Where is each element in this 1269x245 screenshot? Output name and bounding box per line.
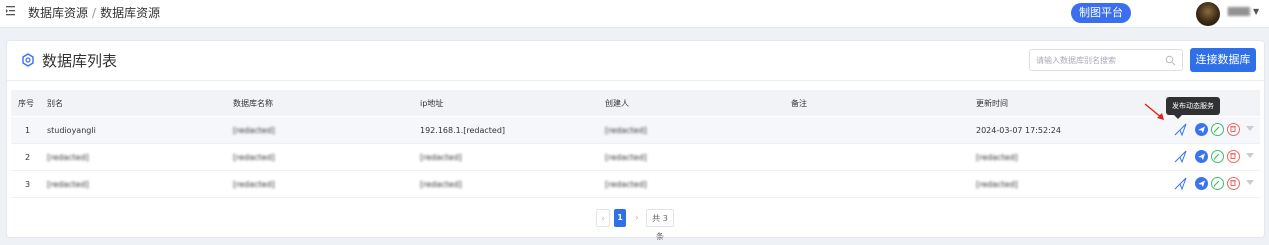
row-actions — [1174, 123, 1254, 137]
column-header-ip: ip地址 — [420, 99, 444, 108]
row-db-name: [redacted] — [233, 180, 275, 189]
row-actions — [1174, 150, 1254, 164]
menu-icon[interactable] — [6, 5, 16, 17]
user-name[interactable] — [1228, 7, 1250, 16]
breadcrumb-current: 数据库资源 — [100, 6, 161, 20]
breadcrumb-separator: / — [92, 6, 97, 20]
row-creator: [redacted] — [605, 126, 647, 135]
delete-icon[interactable] — [1227, 123, 1240, 136]
tooltip-publish-service: 发布动态服务 — [1166, 97, 1220, 119]
pagination-page-current[interactable]: 1 — [614, 209, 626, 227]
publish-icon[interactable] — [1174, 150, 1187, 163]
table-row[interactable]: 3 [redacted] [redacted] [redacted] [reda… — [11, 171, 1260, 198]
row-db-name: [redacted] — [233, 153, 275, 162]
chevron-down-icon[interactable] — [1246, 153, 1254, 158]
pagination-total: 共 3 条 — [646, 209, 674, 241]
row-updated: 2024-03-07 17:52:24 — [976, 126, 1061, 135]
breadcrumb-item[interactable]: 数据库资源 — [28, 6, 88, 20]
table-header: 序号 别名 数据库名称 ip地址 创建人 备注 更新时间 — [11, 90, 1260, 116]
row-index: 3 — [25, 180, 31, 189]
row-index: 2 — [25, 153, 31, 162]
row-db-name: [redacted] — [233, 126, 275, 135]
row-updated: [redacted] — [976, 153, 1018, 162]
search-icon[interactable] — [1165, 55, 1176, 66]
column-header-index: 序号 — [18, 99, 34, 108]
column-header-alias: 别名 — [47, 99, 63, 108]
row-alias: [redacted] — [47, 153, 89, 162]
row-ip: [redacted] — [420, 153, 462, 162]
edit-icon[interactable] — [1211, 123, 1224, 136]
row-index: 1 — [25, 126, 31, 135]
row-updated: [redacted] — [976, 180, 1018, 189]
column-header-updated: 更新时间 — [976, 99, 1008, 108]
pagination-prev-button[interactable]: ‹ — [596, 209, 610, 227]
delete-icon[interactable] — [1227, 177, 1240, 190]
edit-icon[interactable] — [1211, 177, 1224, 190]
send-icon[interactable] — [1195, 123, 1208, 136]
annotation-arrow-icon — [1144, 103, 1164, 120]
platform-button[interactable]: 制图平台 — [1071, 3, 1131, 23]
page-title: 数据库列表 — [42, 52, 118, 70]
column-header-remark: 备注 — [791, 99, 807, 108]
column-header-db-name: 数据库名称 — [233, 99, 273, 108]
table-row[interactable]: 2 [redacted] [redacted] [redacted] [reda… — [11, 144, 1260, 171]
publish-icon[interactable] — [1174, 123, 1187, 136]
publish-icon[interactable] — [1174, 177, 1187, 190]
send-icon[interactable] — [1195, 177, 1208, 190]
top-bar: 数据库资源 / 数据库资源 制图平台 ▼ — [0, 0, 1269, 28]
panel-header: 数据库列表 连接数据库 — [7, 41, 1264, 81]
row-creator: [redacted] — [605, 180, 647, 189]
row-alias: studioyangli — [47, 126, 96, 135]
search-input[interactable] — [1036, 53, 1160, 67]
chevron-down-icon[interactable]: ▼ — [1253, 7, 1259, 16]
search-field[interactable] — [1029, 49, 1183, 71]
breadcrumb: 数据库资源 / 数据库资源 — [28, 4, 160, 21]
send-icon[interactable] — [1195, 150, 1208, 163]
delete-icon[interactable] — [1227, 150, 1240, 163]
row-ip: [redacted] — [420, 180, 462, 189]
chevron-down-icon[interactable] — [1246, 180, 1254, 185]
connect-database-button[interactable]: 连接数据库 — [1190, 48, 1256, 72]
row-actions — [1174, 177, 1254, 191]
row-ip: 192.168.1.[redacted] — [420, 126, 506, 135]
column-header-creator: 创建人 — [605, 99, 629, 108]
avatar[interactable] — [1196, 2, 1220, 26]
database-icon — [22, 53, 34, 67]
row-creator: [redacted] — [605, 153, 647, 162]
pagination-next-button[interactable]: › — [630, 209, 644, 227]
table-row[interactable]: 1 studioyangli [redacted] 192.168.1.[red… — [11, 117, 1260, 144]
edit-icon[interactable] — [1211, 150, 1224, 163]
row-alias: [redacted] — [47, 180, 89, 189]
chevron-down-icon[interactable] — [1246, 126, 1254, 131]
